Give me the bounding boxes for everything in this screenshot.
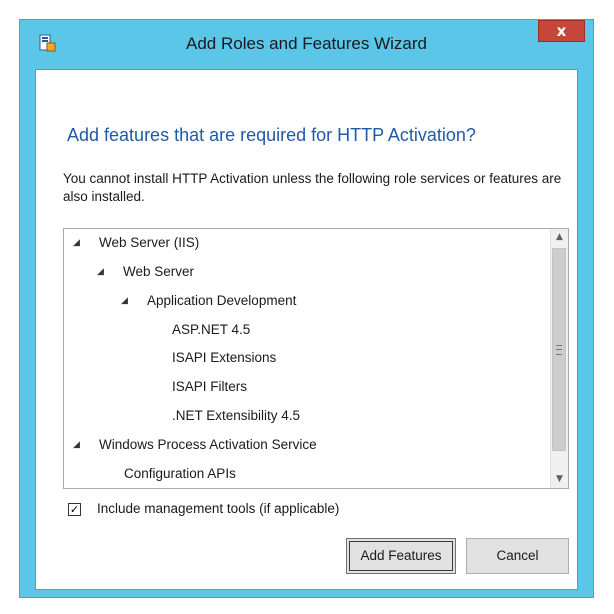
window-title: Add Roles and Features Wizard [186,34,427,53]
tree-item-isapi-extensions[interactable]: ISAPI Extensions [172,348,276,368]
close-icon: x [556,22,567,40]
tree-item-label: Web Server (IIS) [99,235,200,250]
tree-item-label: .NET Extensibility 4.5 [172,408,301,423]
expand-arrow-icon[interactable]: ◢ [73,435,85,455]
wizard-window: Add Roles and Features Wizard x Add feat… [19,19,594,598]
dialog-heading: Add features that are required for HTTP … [67,125,476,145]
grip-icon [556,345,562,355]
tree-item-label: Web Server [123,264,195,279]
expand-arrow-icon[interactable]: ◢ [121,291,133,311]
include-tools-label[interactable]: Include management tools (if applicable) [97,501,339,516]
tree-item-label: Configuration APIs [124,466,236,481]
expand-arrow-icon[interactable]: ◢ [73,233,85,253]
scroll-thumb[interactable] [552,248,566,451]
tree-item-configuration-apis[interactable]: Configuration APIs [124,464,236,484]
tree-item-web-server[interactable]: ◢ Web Server [97,262,194,282]
close-button[interactable]: x [538,20,585,42]
tree-item-label: ISAPI Filters [172,379,248,394]
tree-item-windows-process-activation[interactable]: ◢ Windows Process Activation Service [73,435,317,455]
cancel-button[interactable]: Cancel [466,538,569,574]
tree-item-net-extensibility[interactable]: .NET Extensibility 4.5 [172,406,300,426]
scroll-down-icon[interactable]: ▼ [551,471,568,488]
vertical-scrollbar[interactable]: ▲ ▼ [550,229,568,488]
tree-item-application-development[interactable]: ◢ Application Development [121,291,296,311]
scroll-up-icon[interactable]: ▲ [551,229,568,246]
tree-item-isapi-filters[interactable]: ISAPI Filters [172,377,247,397]
title-bar[interactable]: Add Roles and Features Wizard x [20,20,593,68]
tree-item-label: Application Development [147,293,297,308]
tree-item-aspnet[interactable]: ASP.NET 4.5 [172,320,250,340]
tree-item-web-server-iis[interactable]: ◢ Web Server (IIS) [73,233,199,253]
add-features-button[interactable]: Add Features [346,538,456,574]
feature-tree[interactable]: ◢ Web Server (IIS) ◢ Web Server ◢ Applicati… [63,228,569,489]
tree-item-label: Windows Process Activation Service [99,437,317,452]
tree-item-label: ASP.NET 4.5 [172,322,251,337]
dialog-content: Add features that are required for HTTP … [35,69,578,590]
dialog-description: You cannot install HTTP Activation unles… [63,171,562,204]
expand-arrow-icon[interactable]: ◢ [97,262,109,282]
include-tools-checkbox[interactable]: ✓ [68,503,81,516]
tree-item-label: ISAPI Extensions [172,350,277,365]
